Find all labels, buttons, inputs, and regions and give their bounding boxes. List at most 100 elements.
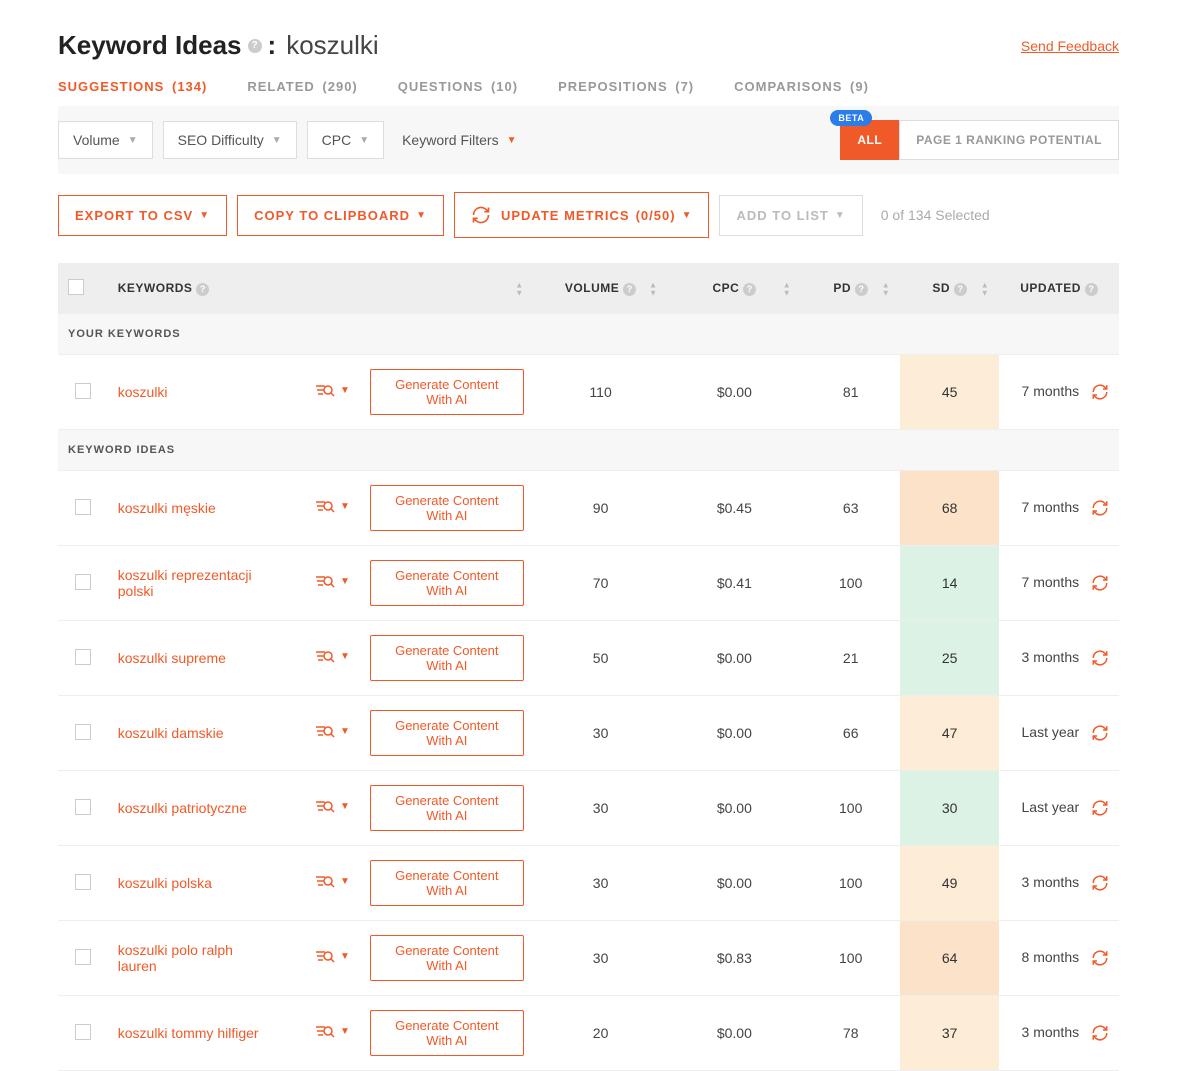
keyword-link[interactable]: koszulki tommy hilfiger: [118, 1025, 259, 1041]
row-checkbox[interactable]: [75, 499, 91, 515]
row-checkbox[interactable]: [75, 724, 91, 740]
send-feedback-link[interactable]: Send Feedback: [1021, 38, 1119, 54]
volume-cell: 20: [534, 996, 668, 1071]
help-icon: ?: [196, 283, 209, 296]
search-filter-icon[interactable]: ▼: [316, 950, 350, 964]
row-checkbox[interactable]: [75, 649, 91, 665]
volume-filter-label: Volume: [73, 132, 120, 148]
help-icon: ?: [743, 283, 756, 296]
toggle-ranking[interactable]: PAGE 1 RANKING POTENTIAL: [899, 120, 1119, 160]
search-filter-icon[interactable]: ▼: [316, 384, 350, 398]
refresh-icon[interactable]: [1091, 799, 1109, 817]
row-checkbox[interactable]: [75, 383, 91, 399]
cpc-filter[interactable]: CPC▼: [307, 121, 384, 159]
sd-cell: 47: [900, 696, 999, 771]
chevron-down-icon: ▼: [340, 801, 350, 812]
refresh-icon[interactable]: [1091, 949, 1109, 967]
keyword-link[interactable]: koszulki polo ralph lauren: [118, 942, 268, 974]
section-header: KEYWORD IDEAS: [58, 430, 1119, 471]
refresh-icon[interactable]: [1091, 649, 1109, 667]
cpc-cell: $0.00: [668, 846, 802, 921]
keyword-filters[interactable]: Keyword Filters▼: [402, 132, 516, 148]
row-checkbox[interactable]: [75, 874, 91, 890]
refresh-icon[interactable]: [1091, 1024, 1109, 1042]
search-filter-icon[interactable]: ▼: [316, 1025, 350, 1039]
col-sd[interactable]: SD?▲▼: [900, 263, 999, 314]
cpc-cell: $0.00: [668, 996, 802, 1071]
search-filter-icon[interactable]: ▼: [316, 725, 350, 739]
row-checkbox[interactable]: [75, 799, 91, 815]
col-volume[interactable]: VOLUME?▲▼: [534, 263, 668, 314]
generate-ai-button[interactable]: Generate Content With AI: [370, 560, 524, 606]
help-icon: ?: [954, 283, 967, 296]
tab-suggestions[interactable]: SUGGESTIONS (134): [58, 79, 207, 94]
search-filter-icon[interactable]: ▼: [316, 575, 350, 589]
export-csv-button[interactable]: EXPORT TO CSV▼: [58, 195, 227, 236]
tab-related[interactable]: RELATED (290): [247, 79, 357, 94]
select-all-checkbox[interactable]: [68, 279, 84, 295]
generate-ai-button[interactable]: Generate Content With AI: [370, 369, 524, 415]
search-filter-icon[interactable]: ▼: [316, 875, 350, 889]
tab-questions[interactable]: QUESTIONS (10): [398, 79, 518, 94]
refresh-icon[interactable]: [1091, 499, 1109, 517]
sd-cell: 25: [900, 621, 999, 696]
refresh-icon[interactable]: [1091, 383, 1109, 401]
cpc-cell: $0.00: [668, 621, 802, 696]
sd-cell: 64: [900, 921, 999, 996]
copy-clipboard-button[interactable]: COPY TO CLIPBOARD▼: [237, 195, 444, 236]
search-filter-icon[interactable]: ▼: [316, 800, 350, 814]
tab-count: (290): [322, 79, 357, 94]
pd-cell: 100: [801, 771, 900, 846]
col-pd-label: PD: [833, 281, 851, 295]
col-pd[interactable]: PD?▲▼: [801, 263, 900, 314]
volume-cell: 110: [534, 355, 668, 430]
generate-ai-button[interactable]: Generate Content With AI: [370, 485, 524, 531]
tab-comparisons[interactable]: COMPARISONS (9): [734, 79, 869, 94]
help-icon: ?: [623, 283, 636, 296]
col-cpc[interactable]: CPC?▲▼: [668, 263, 802, 314]
refresh-icon[interactable]: [1091, 874, 1109, 892]
keyword-link[interactable]: koszulki męskie: [118, 500, 216, 516]
volume-filter[interactable]: Volume▼: [58, 121, 153, 159]
generate-ai-button[interactable]: Generate Content With AI: [370, 710, 524, 756]
add-to-list-button[interactable]: ADD TO LIST▼: [719, 195, 862, 236]
keyword-link[interactable]: koszulki damskie: [118, 725, 224, 741]
toggle-all[interactable]: ALL: [840, 120, 899, 160]
keyword-link[interactable]: koszulki reprezentacji polski: [118, 567, 268, 599]
table-row: koszulki patriotyczne ▼ Generate Content …: [58, 771, 1119, 846]
updated-cell: 7 months: [999, 355, 1119, 430]
generate-ai-button[interactable]: Generate Content With AI: [370, 785, 524, 831]
refresh-icon[interactable]: [1091, 574, 1109, 592]
help-icon[interactable]: ?: [248, 39, 262, 53]
generate-ai-button[interactable]: Generate Content With AI: [370, 635, 524, 681]
generate-ai-button[interactable]: Generate Content With AI: [370, 1010, 524, 1056]
keyword-link[interactable]: koszulki: [118, 384, 168, 400]
search-filter-icon[interactable]: ▼: [316, 500, 350, 514]
table-row: koszulki supreme ▼ Generate Content With …: [58, 621, 1119, 696]
keyword-link[interactable]: koszulki polska: [118, 875, 212, 891]
sd-cell: 14: [900, 546, 999, 621]
seo-difficulty-label: SEO Difficulty: [178, 132, 264, 148]
cpc-cell: $0.45: [668, 471, 802, 546]
keyword-link[interactable]: koszulki supreme: [118, 650, 226, 666]
refresh-icon[interactable]: [1091, 724, 1109, 742]
row-checkbox[interactable]: [75, 1024, 91, 1040]
row-checkbox[interactable]: [75, 949, 91, 965]
chevron-down-icon: ▼: [340, 951, 350, 962]
keyword-filters-label: Keyword Filters: [402, 132, 498, 148]
pd-cell: 78: [801, 996, 900, 1071]
search-filter-icon[interactable]: ▼: [316, 650, 350, 664]
col-keywords[interactable]: KEYWORDS?▲▼: [108, 263, 534, 314]
volume-cell: 30: [534, 921, 668, 996]
pd-cell: 63: [801, 471, 900, 546]
update-metrics-button[interactable]: UPDATE METRICS (0/50) ▼: [454, 192, 709, 238]
pd-cell: 100: [801, 546, 900, 621]
tab-prepositions[interactable]: PREPOSITIONS (7): [558, 79, 694, 94]
generate-ai-button[interactable]: Generate Content With AI: [370, 935, 524, 981]
table-row: koszulki ▼Generate Content With AI110$0.…: [58, 355, 1119, 430]
row-checkbox[interactable]: [75, 574, 91, 590]
col-updated[interactable]: UPDATED?: [999, 263, 1119, 314]
keyword-link[interactable]: koszulki patriotyczne: [118, 800, 247, 816]
generate-ai-button[interactable]: Generate Content With AI: [370, 860, 524, 906]
seo-difficulty-filter[interactable]: SEO Difficulty▼: [163, 121, 297, 159]
